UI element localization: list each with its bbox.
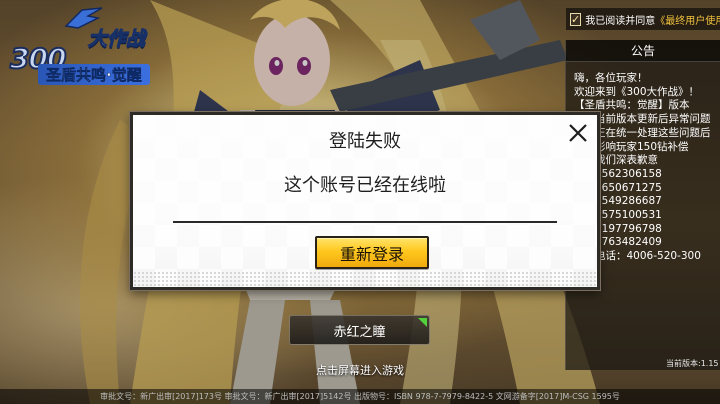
announcement-line: 欢迎来到《300大作战》！ [574,85,700,98]
server-status-indicator [418,318,427,327]
agreement-text: 我已阅读并同意《最终用户使用 [585,12,720,27]
dialog-divider [173,221,557,223]
relogin-button[interactable]: 重新登录 [315,236,429,269]
game-logo: 300 大作战 圣盾共鸣·觉醒 [4,4,164,85]
agreement-label: 我已阅读并同意 [585,15,656,27]
license-footer: 审批文号：新广出审[2017]173号 审批文号：新广出审[2017]5142号… [0,389,720,404]
agreement-bar: ✓ 我已阅读并同意《最终用户使用 [566,8,720,30]
server-select-button[interactable]: 赤红之瞳 [289,315,430,345]
agreement-checkbox[interactable]: ✓ [570,12,582,26]
license-text: 审批文号：新广出审[2017]173号 审批文号：新广出审[2017]5142号… [100,392,620,401]
close-icon[interactable] [567,122,589,144]
logo-title: 大作战 [87,28,146,51]
announcement-line: 嗨，各位玩家！ [574,72,648,84]
announcement-header: 公告 [566,40,720,62]
tap-to-enter-prompt[interactable]: 点击屏幕进入游戏 [0,362,720,378]
eula-link[interactable]: 《最终用户使用 [655,16,720,27]
dialog-bottom-pattern [133,271,597,287]
checkmark-icon: ✓ [571,12,581,26]
logo-subtitle: 圣盾共鸣·觉醒 [38,64,150,85]
dialog-title: 登陆失败 [329,131,401,152]
login-failed-dialog: 登陆失败 这个账号已经在线啦 重新登录 [130,112,600,290]
relogin-button-label: 重新登录 [339,244,404,264]
server-name: 赤红之瞳 [333,324,386,340]
dialog-message: 这个账号已经在线啦 [284,175,446,196]
